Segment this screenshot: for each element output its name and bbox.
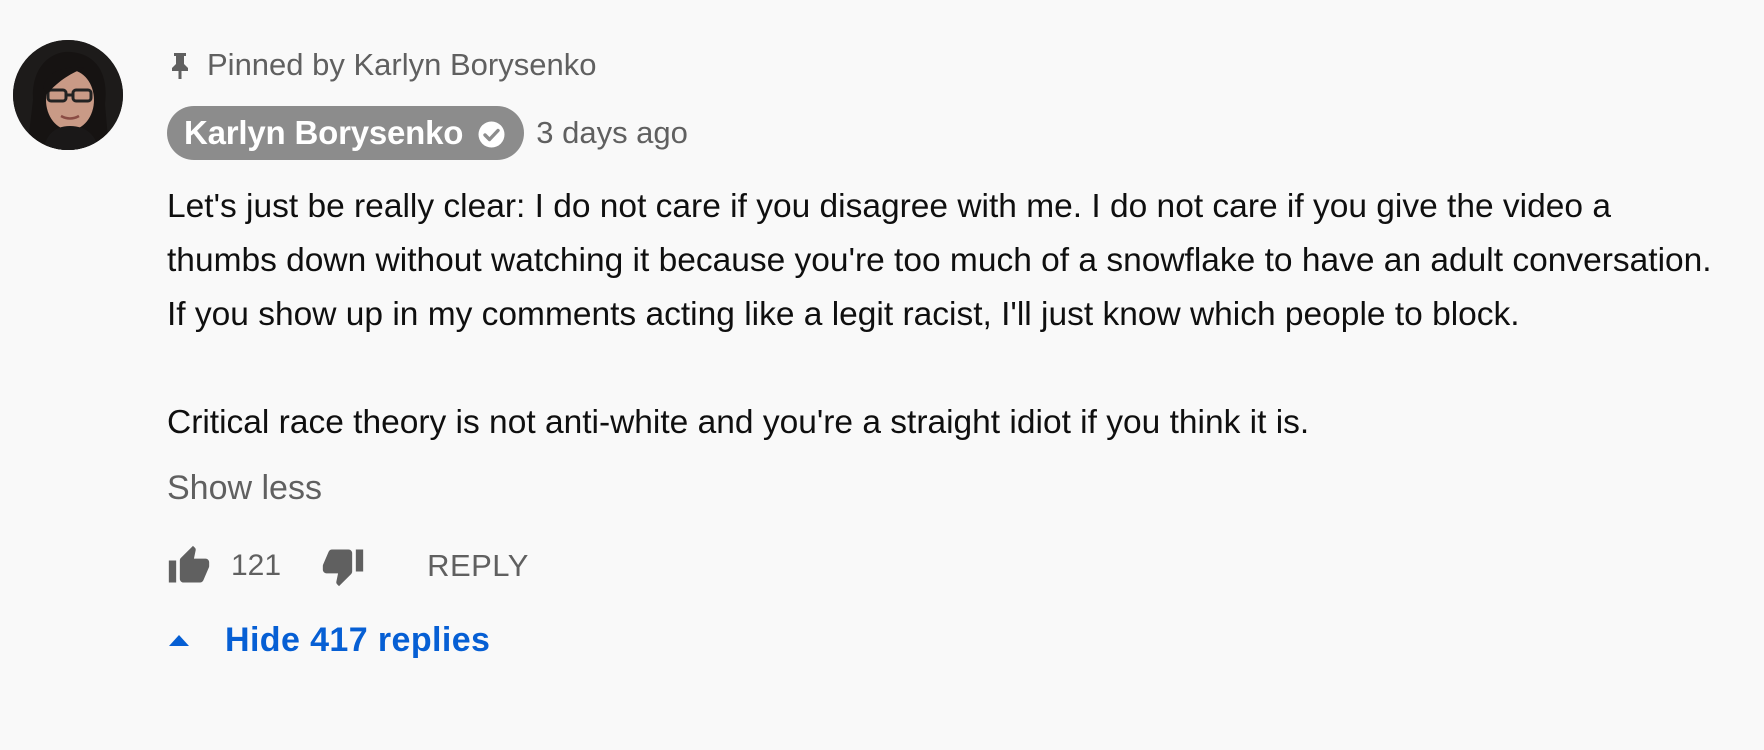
comment-paragraph: Critical race theory is not anti-white a… (167, 404, 1310, 441)
thumbs-up-icon[interactable] (167, 544, 211, 588)
show-less-button[interactable]: Show less (167, 462, 1727, 514)
author-name-badge[interactable]: Karlyn Borysenko (167, 106, 525, 160)
verified-checkmark-icon (477, 119, 506, 148)
comment-body: Pinned by Karlyn Borysenko Karlyn Boryse… (167, 45, 1727, 666)
comment-action-bar: 121 REPLY (167, 538, 1727, 594)
avatar-image (13, 40, 123, 150)
comment-text: Let's just be really clear: I do not car… (167, 180, 1727, 450)
comment-paragraph: Let's just be really clear: I do not car… (167, 188, 1712, 333)
pin-icon (169, 50, 191, 80)
pinned-comment: Pinned by Karlyn Borysenko Karlyn Boryse… (0, 0, 1764, 750)
pinned-label: Pinned by Karlyn Borysenko (167, 45, 1727, 85)
reply-button[interactable]: REPLY (427, 548, 529, 584)
author-avatar[interactable] (13, 40, 123, 150)
like-count: 121 (231, 549, 282, 582)
comment-timestamp[interactable]: 3 days ago (536, 115, 688, 151)
hide-replies-label: Hide 417 replies (225, 620, 491, 659)
caret-up-icon (167, 632, 191, 648)
pinned-by-text: Pinned by Karlyn Borysenko (207, 47, 597, 82)
thumbs-down-icon[interactable] (321, 544, 365, 588)
hide-replies-button[interactable]: Hide 417 replies (167, 614, 1727, 666)
author-name: Karlyn Borysenko (184, 114, 464, 151)
comment-header: Karlyn Borysenko 3 days ago (167, 105, 1727, 161)
